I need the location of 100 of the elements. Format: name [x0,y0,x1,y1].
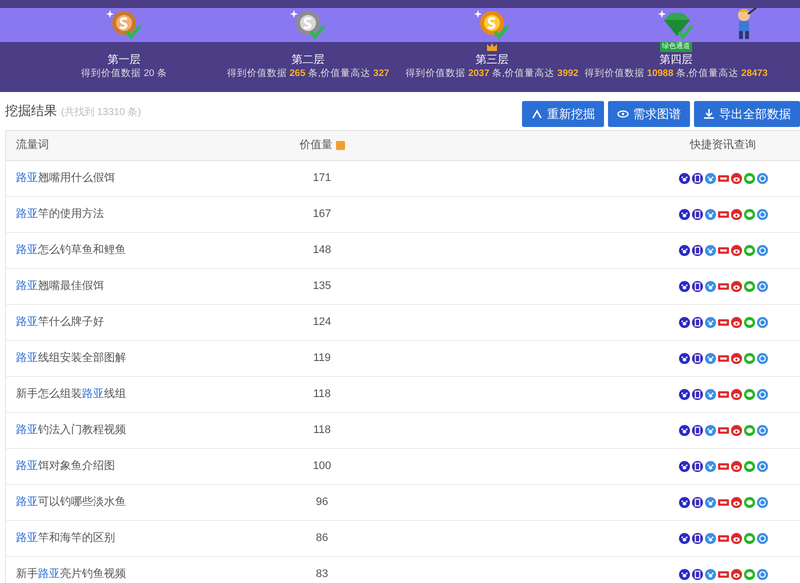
chat-bubble-icon[interactable] [744,461,754,472]
paw-icon[interactable] [678,569,690,580]
phone-icon[interactable] [692,389,702,400]
chat-bubble-icon[interactable] [744,173,754,184]
label-icon[interactable] [718,209,728,220]
paw-icon[interactable] [678,533,690,544]
label-icon[interactable] [718,317,728,328]
label-icon[interactable] [718,461,728,472]
chat-bubble-icon[interactable] [744,317,754,328]
phone-icon[interactable] [692,569,702,580]
value-cell: 96 [316,496,328,508]
eye-icon[interactable] [730,317,742,328]
keyword-link[interactable]: 路亚竿的使用方法 [16,208,104,220]
value-cell: 118 [313,388,331,400]
circle-icon[interactable] [756,533,768,544]
label-icon[interactable] [718,389,728,400]
label-icon[interactable] [718,353,728,364]
paw-icon[interactable] [678,317,690,328]
circle-icon[interactable] [756,497,768,508]
phone-icon[interactable] [692,461,702,472]
action-button[interactable]: 需求图谱 [608,101,690,127]
coin-icon [105,8,143,40]
eye-icon[interactable] [730,533,742,544]
keyword-link[interactable]: 路亚线组安装全部图解 [16,352,126,364]
chat-bubble-icon[interactable] [744,353,754,364]
paw-icon[interactable] [678,173,690,184]
caret-icon [531,108,543,120]
eye-icon[interactable] [730,461,742,472]
eye-icon[interactable] [730,569,742,580]
paw-icon[interactable] [678,497,690,508]
chat-bubble-icon[interactable] [744,281,754,292]
keyword-link[interactable]: 路亚饵对象鱼介绍图 [16,460,115,472]
eye-icon[interactable] [730,173,742,184]
keyword-link[interactable]: 路亚怎么钓草鱼和鲤鱼 [16,244,126,256]
value-cell: 124 [312,316,332,328]
paw-icon[interactable] [678,389,690,400]
chat-bubble-icon[interactable] [744,245,754,256]
keyword-link[interactable]: 路亚竿和海竿的区别 [16,532,115,544]
level-description: 得到价值数据 2037 条,价值量高达 3992 [406,67,578,81]
label-icon[interactable] [718,569,728,580]
label-icon[interactable] [718,173,728,184]
circle-icon[interactable] [756,209,768,220]
phone-icon[interactable] [692,353,702,364]
eye-icon[interactable] [730,497,742,508]
eye-icon[interactable] [730,425,742,436]
paw-icon[interactable] [678,425,690,436]
circle-icon[interactable] [756,425,768,436]
phone-icon[interactable] [692,533,702,544]
phone-icon[interactable] [692,173,702,184]
eye-icon[interactable] [730,281,742,292]
coin-icon [473,8,511,40]
circle-icon[interactable] [756,389,768,400]
chat-bubble-icon[interactable] [744,209,754,220]
keyword-link[interactable]: 新手怎么组装路亚线组 [16,388,126,400]
circle-icon[interactable] [756,353,768,364]
circle-icon[interactable] [756,281,768,292]
circle-icon[interactable] [756,317,768,328]
eye-icon[interactable] [730,389,742,400]
label-icon[interactable] [718,281,728,292]
column-header: 流量词 [16,138,49,154]
eye-icon[interactable] [730,245,742,256]
keyword-link[interactable]: 路亚可以钓哪些淡水鱼 [16,496,126,508]
circle-icon[interactable] [756,569,768,580]
level-description: 得到价值数据 20 条 [81,67,167,81]
phone-icon[interactable] [692,317,702,328]
phone-icon[interactable] [692,245,702,256]
eye-icon[interactable] [730,353,742,364]
circle-icon[interactable] [756,461,768,472]
phone-icon[interactable] [692,209,702,220]
paw-icon[interactable] [678,461,690,472]
keyword-link[interactable]: 路亚翘嘴最佳假饵 [16,280,104,292]
label-icon[interactable] [718,533,728,544]
paw-icon[interactable] [678,209,690,220]
circle-icon[interactable] [756,245,768,256]
paw-icon[interactable] [678,353,690,364]
action-button[interactable]: 导出全部数据 [694,101,800,127]
circle-icon[interactable] [756,173,768,184]
paw-icon[interactable] [678,245,690,256]
level-title: 第一层 [108,53,140,67]
level-title: 第三层 [476,53,508,67]
action-button[interactable]: 重新挖掘 [522,101,604,127]
label-icon[interactable] [718,245,728,256]
chat-bubble-icon[interactable] [744,497,754,508]
keyword-link[interactable]: 路亚钓法入门教程视频 [16,424,126,436]
help-icon [336,141,344,150]
label-icon[interactable] [718,497,728,508]
chat-bubble-icon[interactable] [744,569,754,580]
keyword-link[interactable]: 新手路亚亮片钓鱼视频 [16,568,126,580]
chat-bubble-icon[interactable] [744,425,754,436]
eye-icon[interactable] [730,209,742,220]
label-icon[interactable] [718,425,728,436]
keyword-link[interactable]: 路亚翘嘴用什么假饵 [16,172,115,184]
phone-icon[interactable] [692,497,702,508]
result-count: (共找到 13310 条) [61,106,142,120]
keyword-link[interactable]: 路亚竿什么牌子好 [16,316,104,328]
phone-icon[interactable] [692,425,702,436]
chat-bubble-icon[interactable] [744,533,754,544]
phone-icon[interactable] [692,281,702,292]
paw-icon[interactable] [678,281,690,292]
chat-bubble-icon[interactable] [744,389,754,400]
